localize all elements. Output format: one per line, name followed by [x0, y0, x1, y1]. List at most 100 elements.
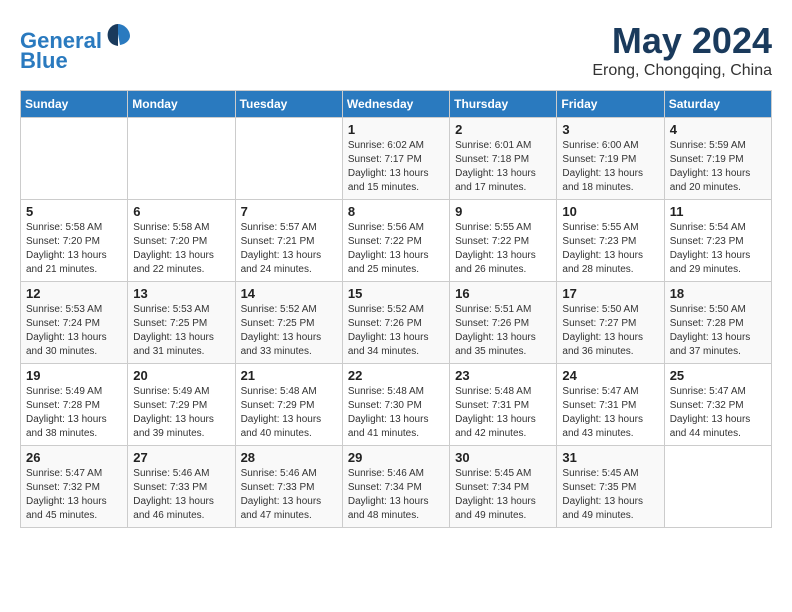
day-info: Sunrise: 5:53 AM Sunset: 7:25 PM Dayligh… [133, 303, 229, 359]
location-title: Erong, Chongqing, China [592, 62, 772, 80]
day-number: 19 [26, 368, 122, 383]
day-info: Sunrise: 5:49 AM Sunset: 7:29 PM Dayligh… [133, 385, 229, 441]
week-row-2: 12 Sunrise: 5:53 AM Sunset: 7:24 PM Dayli… [21, 282, 772, 364]
calendar-cell: 27Sunrise: 5:46 AM Sunset: 7:33 PM Dayli… [128, 446, 235, 528]
day-info: Sunrise: 5:55 AM Sunset: 7:22 PM Dayligh… [455, 221, 551, 277]
day-number: 12 [26, 286, 122, 301]
title-block: May 2024 Erong, Chongqing, China [592, 20, 772, 80]
calendar-cell: 17 Sunrise: 5:50 AM Sunset: 7:27 PM Dayli… [557, 282, 664, 364]
day-info: Sunrise: 5:50 AM Sunset: 7:28 PM Dayligh… [670, 303, 766, 359]
week-row-1: 5 Sunrise: 5:58 AM Sunset: 7:20 PM Daylig… [21, 200, 772, 282]
day-info: Sunrise: 5:53 AM Sunset: 7:24 PM Dayligh… [26, 303, 122, 359]
day-info: Sunrise: 5:52 AM Sunset: 7:25 PM Dayligh… [241, 303, 337, 359]
calendar-cell [235, 118, 342, 200]
day-info: Sunrise: 5:58 AM Sunset: 7:20 PM Dayligh… [133, 221, 229, 277]
calendar-cell: 22Sunrise: 5:48 AM Sunset: 7:30 PM Dayli… [342, 364, 449, 446]
calendar-cell: 13 Sunrise: 5:53 AM Sunset: 7:25 PM Dayli… [128, 282, 235, 364]
day-info: Sunrise: 5:51 AM Sunset: 7:26 PM Dayligh… [455, 303, 551, 359]
day-number: 28 [241, 450, 337, 465]
weekday-header-sunday: Sunday [21, 91, 128, 118]
calendar-cell: 19 Sunrise: 5:49 AM Sunset: 7:28 PM Dayli… [21, 364, 128, 446]
calendar-cell [664, 446, 771, 528]
day-number: 3 [562, 122, 658, 137]
logo: General Blue [20, 20, 132, 73]
calendar-cell: 4 Sunrise: 5:59 AM Sunset: 7:19 PM Daylig… [664, 118, 771, 200]
day-number: 6 [133, 204, 229, 219]
calendar-cell: 30Sunrise: 5:45 AM Sunset: 7:34 PM Dayli… [450, 446, 557, 528]
calendar-table: SundayMondayTuesdayWednesdayThursdayFrid… [20, 90, 772, 528]
day-info: Sunrise: 5:50 AM Sunset: 7:27 PM Dayligh… [562, 303, 658, 359]
calendar-cell: 2 Sunrise: 6:01 AM Sunset: 7:18 PM Daylig… [450, 118, 557, 200]
day-info: Sunrise: 6:02 AM Sunset: 7:17 PM Dayligh… [348, 139, 444, 195]
weekday-header-thursday: Thursday [450, 91, 557, 118]
day-number: 13 [133, 286, 229, 301]
calendar-cell: 20 Sunrise: 5:49 AM Sunset: 7:29 PM Dayli… [128, 364, 235, 446]
day-number: 18 [670, 286, 766, 301]
day-number: 31 [562, 450, 658, 465]
day-number: 27 [133, 450, 229, 465]
calendar-cell: 8 Sunrise: 5:56 AM Sunset: 7:22 PM Daylig… [342, 200, 449, 282]
week-row-3: 19 Sunrise: 5:49 AM Sunset: 7:28 PM Dayli… [21, 364, 772, 446]
calendar-cell: 26Sunrise: 5:47 AM Sunset: 7:32 PM Dayli… [21, 446, 128, 528]
day-number: 11 [670, 204, 766, 219]
month-title: May 2024 [592, 20, 772, 62]
calendar-cell: 15Sunrise: 5:52 AM Sunset: 7:26 PM Dayli… [342, 282, 449, 364]
day-info: Sunrise: 5:45 AM Sunset: 7:34 PM Dayligh… [455, 467, 551, 523]
calendar-cell: 6 Sunrise: 5:58 AM Sunset: 7:20 PM Daylig… [128, 200, 235, 282]
day-info: Sunrise: 5:54 AM Sunset: 7:23 PM Dayligh… [670, 221, 766, 277]
day-number: 9 [455, 204, 551, 219]
day-info: Sunrise: 5:48 AM Sunset: 7:31 PM Dayligh… [455, 385, 551, 441]
day-info: Sunrise: 5:55 AM Sunset: 7:23 PM Dayligh… [562, 221, 658, 277]
calendar-cell: 25 Sunrise: 5:47 AM Sunset: 7:32 PM Dayli… [664, 364, 771, 446]
day-number: 14 [241, 286, 337, 301]
week-row-4: 26Sunrise: 5:47 AM Sunset: 7:32 PM Dayli… [21, 446, 772, 528]
week-row-0: 1 Sunrise: 6:02 AM Sunset: 7:17 PM Daylig… [21, 118, 772, 200]
calendar-cell: 18 Sunrise: 5:50 AM Sunset: 7:28 PM Dayli… [664, 282, 771, 364]
day-number: 15 [348, 286, 444, 301]
day-number: 7 [241, 204, 337, 219]
weekday-header-monday: Monday [128, 91, 235, 118]
calendar-cell: 28 Sunrise: 5:46 AM Sunset: 7:33 PM Dayli… [235, 446, 342, 528]
calendar-cell: 1 Sunrise: 6:02 AM Sunset: 7:17 PM Daylig… [342, 118, 449, 200]
calendar-cell: 21 Sunrise: 5:48 AM Sunset: 7:29 PM Dayli… [235, 364, 342, 446]
day-info: Sunrise: 5:57 AM Sunset: 7:21 PM Dayligh… [241, 221, 337, 277]
day-number: 21 [241, 368, 337, 383]
calendar-cell: 9 Sunrise: 5:55 AM Sunset: 7:22 PM Daylig… [450, 200, 557, 282]
day-number: 5 [26, 204, 122, 219]
day-info: Sunrise: 5:47 AM Sunset: 7:31 PM Dayligh… [562, 385, 658, 441]
day-info: Sunrise: 5:58 AM Sunset: 7:20 PM Dayligh… [26, 221, 122, 277]
calendar-cell [21, 118, 128, 200]
day-number: 17 [562, 286, 658, 301]
day-number: 10 [562, 204, 658, 219]
calendar-cell: 7 Sunrise: 5:57 AM Sunset: 7:21 PM Daylig… [235, 200, 342, 282]
calendar-cell: 14 Sunrise: 5:52 AM Sunset: 7:25 PM Dayli… [235, 282, 342, 364]
day-number: 8 [348, 204, 444, 219]
day-number: 29 [348, 450, 444, 465]
day-info: Sunrise: 5:45 AM Sunset: 7:35 PM Dayligh… [562, 467, 658, 523]
day-number: 20 [133, 368, 229, 383]
day-number: 1 [348, 122, 444, 137]
day-number: 24 [562, 368, 658, 383]
day-info: Sunrise: 6:00 AM Sunset: 7:19 PM Dayligh… [562, 139, 658, 195]
day-info: Sunrise: 5:56 AM Sunset: 7:22 PM Dayligh… [348, 221, 444, 277]
weekday-header-saturday: Saturday [664, 91, 771, 118]
day-number: 25 [670, 368, 766, 383]
weekday-header-tuesday: Tuesday [235, 91, 342, 118]
day-info: Sunrise: 5:49 AM Sunset: 7:28 PM Dayligh… [26, 385, 122, 441]
calendar-cell: 16Sunrise: 5:51 AM Sunset: 7:26 PM Dayli… [450, 282, 557, 364]
day-number: 4 [670, 122, 766, 137]
day-info: Sunrise: 6:01 AM Sunset: 7:18 PM Dayligh… [455, 139, 551, 195]
day-info: Sunrise: 5:46 AM Sunset: 7:33 PM Dayligh… [241, 467, 337, 523]
day-info: Sunrise: 5:47 AM Sunset: 7:32 PM Dayligh… [670, 385, 766, 441]
logo-icon [104, 20, 132, 48]
day-info: Sunrise: 5:48 AM Sunset: 7:30 PM Dayligh… [348, 385, 444, 441]
calendar-cell: 29Sunrise: 5:46 AM Sunset: 7:34 PM Dayli… [342, 446, 449, 528]
day-number: 26 [26, 450, 122, 465]
day-number: 2 [455, 122, 551, 137]
day-info: Sunrise: 5:59 AM Sunset: 7:19 PM Dayligh… [670, 139, 766, 195]
calendar-cell: 10 Sunrise: 5:55 AM Sunset: 7:23 PM Dayli… [557, 200, 664, 282]
calendar-cell [128, 118, 235, 200]
day-info: Sunrise: 5:48 AM Sunset: 7:29 PM Dayligh… [241, 385, 337, 441]
weekday-header-row: SundayMondayTuesdayWednesdayThursdayFrid… [21, 91, 772, 118]
calendar-cell: 31 Sunrise: 5:45 AM Sunset: 7:35 PM Dayli… [557, 446, 664, 528]
